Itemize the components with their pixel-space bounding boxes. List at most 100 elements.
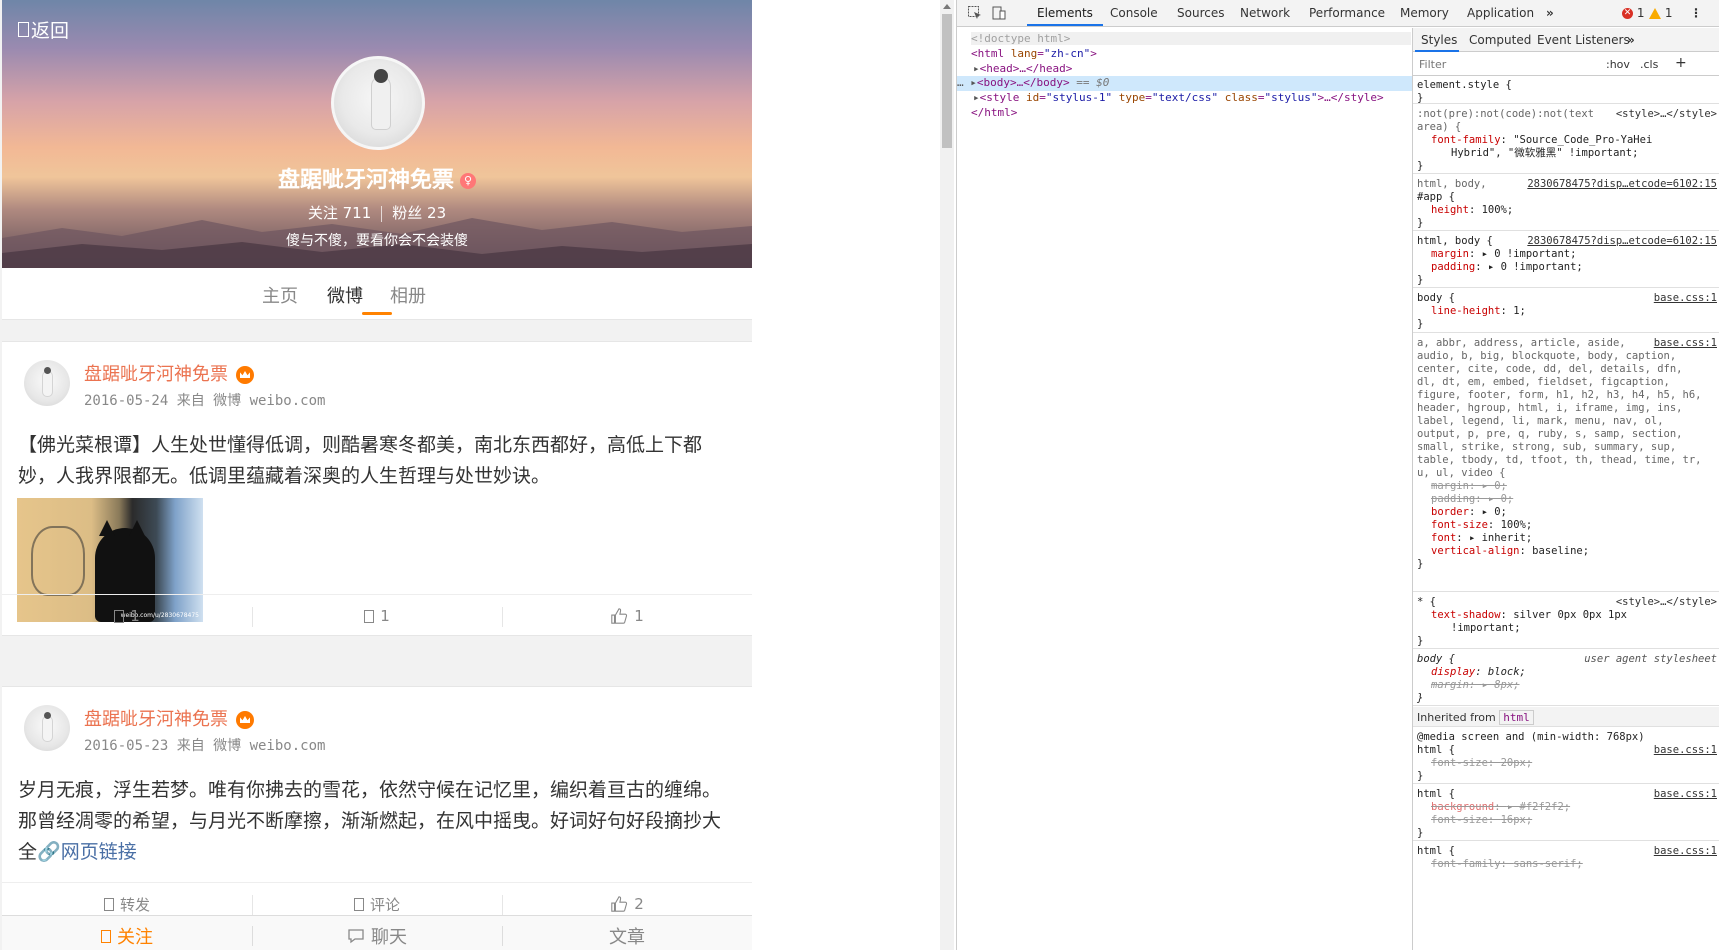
rule-source[interactable]: <style>…</style>: [1616, 108, 1717, 121]
tab-computed[interactable]: Computed: [1469, 33, 1531, 47]
inherited-tag[interactable]: html: [1499, 710, 1534, 725]
hov-toggle[interactable]: :hov: [1606, 58, 1630, 71]
like-button[interactable]: 1: [502, 595, 752, 637]
css-property-overridden[interactable]: padding: ▸ 0;: [1417, 493, 1717, 506]
dom-html[interactable]: <html lang="zh-cn">: [971, 47, 1097, 60]
css-property[interactable]: vertical-align: baseline;: [1417, 545, 1717, 558]
dom-style[interactable]: ▸<style id="stylus-1" type="text/css" cl…: [973, 91, 1384, 104]
blank-area: [752, 0, 956, 950]
css-property-overridden[interactable]: font-size: 16px;: [1417, 814, 1717, 827]
style-rule[interactable]: base.css:1 html { font-family: sans-seri…: [1413, 842, 1719, 882]
chat-button[interactable]: 聊天: [252, 916, 502, 950]
css-property[interactable]: height: 100%;: [1417, 204, 1717, 217]
filter-input[interactable]: Filter: [1419, 58, 1446, 71]
dom-head[interactable]: ▸<head>…</head>: [973, 62, 1072, 75]
css-property[interactable]: font-size: 100%;: [1417, 519, 1717, 532]
dom-html-close[interactable]: </html>: [971, 106, 1017, 119]
css-property[interactable]: line-height: 1;: [1417, 305, 1717, 318]
page-scrollbar[interactable]: [940, 0, 954, 950]
css-property[interactable]: font-family: "Source_Code_Pro-YaHei: [1417, 134, 1717, 147]
crown-badge-icon: [236, 366, 254, 384]
more-tabs-button[interactable]: »: [1546, 6, 1554, 20]
scroll-up-arrow-icon[interactable]: [943, 4, 951, 9]
tab-weibo[interactable]: 微博: [327, 282, 363, 308]
css-property[interactable]: font: ▸ inherit;: [1417, 532, 1717, 545]
prop-name: height: [1431, 204, 1469, 216]
cat-ear: [129, 520, 145, 536]
tab-elements[interactable]: Elements: [1037, 6, 1093, 20]
link-icon: 🔗: [37, 841, 61, 863]
profile-avatar[interactable]: [331, 56, 425, 150]
expand-triangle-icon[interactable]: ▸: [973, 62, 980, 75]
tab-performance[interactable]: Performance: [1309, 6, 1385, 20]
rule-source[interactable]: base.css:1: [1654, 292, 1717, 305]
style-rule[interactable]: 2830678475?disp…etcode=6102:15 html, bod…: [1413, 232, 1719, 288]
post-author[interactable]: 盘踞呲牙河神免票: [84, 360, 254, 386]
tab-event-listeners[interactable]: Event Listeners: [1537, 33, 1630, 47]
style-rule[interactable]: base.css:1 html { background: ▸ #f2f2f2;…: [1413, 785, 1719, 841]
css-property-overridden[interactable]: font-family: sans-serif;: [1417, 858, 1717, 871]
tab-network[interactable]: Network: [1240, 6, 1290, 20]
tab-home[interactable]: 主页: [262, 282, 298, 308]
repost-button[interactable]: 1: [2, 595, 252, 637]
device-toolbar-icon[interactable]: [991, 5, 1007, 21]
style-rule[interactable]: <style>…</style> :not(pre):not(code):not…: [1413, 105, 1719, 174]
back-button[interactable]: 返回: [18, 16, 69, 43]
css-property[interactable]: display: block;: [1417, 666, 1717, 679]
scrollbar-thumb[interactable]: [942, 14, 952, 148]
dom-tag: </html>: [971, 106, 1018, 119]
devtools-menu-icon[interactable]: ⋮: [1690, 6, 1702, 20]
style-rule[interactable]: @media screen and (min-width: 768px) bas…: [1413, 728, 1719, 784]
style-rule[interactable]: base.css:1 a, abbr, address, article, as…: [1413, 334, 1719, 592]
tab-album[interactable]: 相册: [390, 282, 426, 308]
rule-close: }: [1417, 692, 1424, 704]
follow-button[interactable]: 关注: [2, 916, 252, 950]
rule-source[interactable]: base.css:1: [1654, 845, 1717, 858]
tab-application[interactable]: Application: [1467, 6, 1534, 20]
post-avatar[interactable]: [24, 360, 70, 406]
new-rule-button[interactable]: +: [1675, 55, 1687, 71]
rule-source[interactable]: 2830678475?disp…etcode=6102:15: [1527, 178, 1717, 191]
tab-styles[interactable]: Styles: [1421, 33, 1457, 47]
style-rule-user-agent[interactable]: user agent stylesheet body { display: bl…: [1413, 650, 1719, 706]
css-property[interactable]: text-shadow: silver 0px 0px 1px: [1417, 609, 1717, 622]
style-rule[interactable]: <style>…</style> * { text-shadow: silver…: [1413, 593, 1719, 649]
prop-name: font-family: [1431, 858, 1501, 870]
css-property[interactable]: padding: ▸ 0 !important;: [1417, 261, 1717, 274]
style-rule[interactable]: element.style { }: [1413, 76, 1719, 104]
more-subtabs-button[interactable]: »: [1627, 33, 1635, 47]
style-rule[interactable]: base.css:1 body { line-height: 1; }: [1413, 289, 1719, 333]
inspect-element-icon[interactable]: [967, 5, 983, 21]
css-property-overridden[interactable]: font-size: 20px;: [1417, 757, 1717, 770]
followers-count[interactable]: 粉丝 23: [392, 204, 446, 222]
rule-source: user agent stylesheet: [1584, 653, 1717, 665]
expand-triangle-icon[interactable]: ▸: [970, 76, 977, 89]
tab-sources[interactable]: Sources: [1177, 6, 1224, 20]
article-button[interactable]: 文章: [502, 916, 752, 950]
expand-triangle-icon[interactable]: ▸: [973, 91, 980, 104]
repost-icon: [103, 897, 114, 911]
css-property[interactable]: border: ▸ 0;: [1417, 506, 1717, 519]
following-count[interactable]: 关注 711: [308, 204, 371, 222]
error-count[interactable]: ✕ 1: [1622, 6, 1644, 20]
css-property-overridden[interactable]: background: ▸ #f2f2f2;: [1417, 801, 1717, 814]
rule-source[interactable]: <style>…</style>: [1616, 596, 1717, 609]
post-avatar[interactable]: [24, 705, 70, 751]
comment-button[interactable]: 1: [252, 595, 502, 637]
css-property[interactable]: margin: ▸ 0 !important;: [1417, 248, 1717, 261]
dom-doctype[interactable]: <!doctype html>: [971, 32, 1411, 45]
css-property-overridden[interactable]: margin: ▸ 8px;: [1417, 679, 1717, 692]
cls-toggle[interactable]: .cls: [1640, 58, 1658, 71]
tab-console[interactable]: Console: [1110, 6, 1158, 20]
warning-count[interactable]: 1: [1649, 6, 1672, 20]
tab-memory[interactable]: Memory: [1400, 6, 1449, 20]
post-author[interactable]: 盘踞呲牙河神免票: [84, 705, 254, 731]
rule-source[interactable]: 2830678475?disp…etcode=6102:15: [1527, 235, 1717, 248]
rule-source[interactable]: base.css:1: [1654, 788, 1717, 801]
web-link[interactable]: 🔗网页链接: [37, 841, 137, 863]
css-property-overridden[interactable]: margin: ▸ 0;: [1417, 480, 1717, 493]
style-rule[interactable]: 2830678475?disp…etcode=6102:15 html, bod…: [1413, 175, 1719, 231]
rule-source[interactable]: base.css:1: [1654, 744, 1717, 757]
dom-body-selected[interactable]: … ▸<body>…</body> == $0: [957, 76, 1412, 91]
rule-source[interactable]: base.css:1: [1654, 337, 1717, 350]
